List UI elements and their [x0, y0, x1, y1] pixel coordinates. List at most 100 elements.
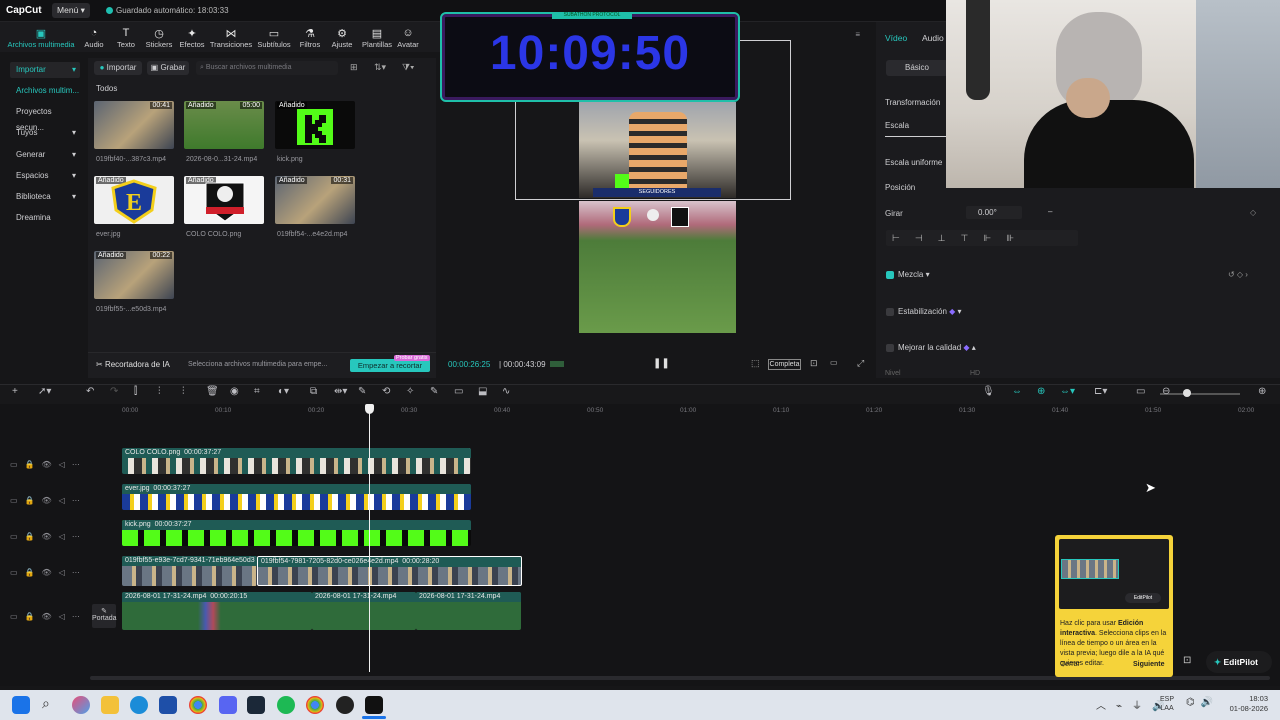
media-item[interactable]: 00:41	[94, 101, 174, 149]
tool-avatar[interactable]: ☺ Avatar	[388, 27, 428, 49]
steam-icon[interactable]	[247, 696, 265, 714]
blend-checkbox[interactable]	[886, 271, 894, 279]
timer-overlay[interactable]: SUBATHON PROTOCOL 10:09:50	[440, 12, 740, 102]
cover-button[interactable]: ✎ Portada	[92, 604, 117, 628]
zoom-out-icon[interactable]: ⊖	[1162, 386, 1170, 397]
clip-match-1[interactable]: 2026-08-01 17-31-24.mp4 00:00:20:15	[122, 592, 312, 630]
crop-icon[interactable]: ⌗	[254, 386, 260, 397]
menu-button[interactable]: Menú ▾	[52, 3, 90, 18]
edge-icon[interactable]	[130, 696, 148, 714]
tool-subtitles[interactable]: ▭ Subtítulos	[254, 27, 294, 49]
rotate-minus-icon[interactable]: –	[1048, 207, 1052, 216]
network-volume-icons[interactable]: ⌬🔊	[1186, 697, 1219, 708]
menu-icon[interactable]: ≡	[855, 30, 860, 39]
align-buttons[interactable]: ⊢⊣⊥⊤⊩⊪	[886, 230, 1078, 246]
nav-importar[interactable]: Importar ▾	[10, 62, 80, 78]
clip-match-2[interactable]: 2026-08-01 17-31-24.mp4	[312, 592, 416, 630]
clip-colo-colo[interactable]: COLO COLO.png 00:00:37:27	[122, 448, 471, 474]
media-item[interactable]: Añadido E	[94, 176, 174, 224]
scale-slider[interactable]	[885, 136, 947, 137]
freeze-icon[interactable]: ⧉	[310, 386, 317, 397]
track-controls[interactable]: ▭🔒👁◁⋯	[10, 612, 87, 621]
full-quality-button[interactable]: Completa	[768, 359, 801, 370]
clip-ever[interactable]: ever.jpg 00:00:37:27	[122, 484, 471, 510]
media-item[interactable]: Añadido	[184, 176, 264, 224]
fit-icon[interactable]: ⬚	[751, 358, 760, 369]
popup-next-button[interactable]: Siguiente	[1133, 661, 1165, 668]
popup-close-button[interactable]: Cerrar	[1060, 661, 1080, 668]
fullscreen-icon[interactable]: ⤢	[857, 358, 864, 369]
media-item[interactable]: Añadido	[275, 101, 355, 149]
time-ruler[interactable]: 00:00 00:10 00:20 00:30 00:40 00:50 01:00 01:10…	[0, 404, 1280, 418]
windows-start-icon[interactable]	[12, 696, 30, 714]
nav-tuyos[interactable]: Tuyos ▾	[10, 125, 80, 141]
rotate-input[interactable]: 0.00°	[966, 206, 1022, 219]
preview-axis-icon[interactable]: ⊏▾	[1094, 386, 1107, 397]
view-grid-icon[interactable]: ⊞	[350, 62, 358, 73]
speed-icon[interactable]: ⟲	[382, 386, 390, 397]
zoom-slider[interactable]	[1160, 393, 1240, 395]
gameplay-layer[interactable]	[579, 201, 736, 333]
playhead[interactable]	[369, 404, 370, 672]
track-controls[interactable]: ▭🔒👁◁⋯	[10, 460, 87, 469]
tab-video[interactable]: Vídeo	[885, 33, 907, 43]
copilot-icon[interactable]	[72, 696, 90, 714]
undo-icon[interactable]: ↶	[86, 386, 94, 397]
nav-espacios[interactable]: Espacios ▾	[10, 168, 80, 184]
editpilot-button[interactable]: ✦ EditPilot	[1206, 651, 1272, 673]
playhead-handle[interactable]	[365, 404, 374, 414]
import-button[interactable]: ● Importar	[94, 61, 142, 75]
clock[interactable]: 18:03 01-08-2026	[1226, 694, 1268, 714]
keyframe-icon[interactable]: ◇	[1250, 208, 1256, 217]
capcut-icon[interactable]	[365, 696, 383, 714]
media-item[interactable]: Añadido 05:00	[184, 101, 264, 149]
redo-icon[interactable]: ↷	[110, 386, 118, 397]
filter-icon[interactable]: ⧩▾	[402, 62, 414, 73]
focus-icon[interactable]: ⊡	[810, 358, 818, 369]
magic-icon[interactable]: ✎	[430, 386, 438, 397]
link-main-icon[interactable]: ⇔	[1012, 386, 1022, 397]
search-icon[interactable]: ⌕	[42, 695, 50, 712]
obs-icon[interactable]	[336, 696, 354, 714]
clip-match-3[interactable]: 2026-08-01 17-31-24.mp4	[416, 592, 521, 630]
nav-proyectos[interactable]: Proyectos secun...	[10, 104, 80, 132]
pen-icon[interactable]: ✎	[358, 386, 366, 397]
nav-archivos[interactable]: Archivos multim...	[10, 83, 80, 99]
nav-dreamina[interactable]: Dreamina	[10, 210, 80, 226]
mask-icon[interactable]: ◐▾	[278, 386, 289, 397]
store-icon[interactable]	[159, 696, 177, 714]
quality-checkbox[interactable]	[886, 344, 894, 352]
audio-wave-icon[interactable]: ∿	[502, 386, 510, 397]
auto-adjust-icon[interactable]: ✧	[406, 386, 414, 397]
media-item[interactable]: Añadido 00:22	[94, 251, 174, 299]
magnet-icon[interactable]: ⊕	[1037, 386, 1045, 397]
delete-icon[interactable]: 🗑	[206, 386, 219, 397]
webcam-layer[interactable]: SEGUIDORES	[579, 102, 736, 198]
caption-icon[interactable]: ▭	[1136, 386, 1145, 397]
chrome-icon[interactable]	[189, 696, 207, 714]
discord-icon[interactable]	[219, 696, 237, 714]
zoom-in-icon[interactable]: ⊕	[1258, 386, 1266, 397]
file-explorer-icon[interactable]	[101, 696, 119, 714]
reset-icon[interactable]: ↺ ◇ ›	[1228, 270, 1248, 279]
ratio-icon[interactable]: ▭	[830, 358, 838, 367]
record-button[interactable]: ▣ Grabar	[147, 61, 189, 75]
zoom-handle[interactable]	[1183, 389, 1191, 397]
track-controls[interactable]: ▭🔒👁◁⋯	[10, 568, 87, 577]
clip-kick[interactable]: kick.png 00:00:37:27	[122, 520, 471, 546]
clip-video-1[interactable]: 019fbf55-e93e-7cd7-9341-71eb964e50d3	[122, 556, 257, 586]
add-track-icon[interactable]: +	[12, 386, 18, 397]
spotify-icon[interactable]	[277, 696, 295, 714]
tab-basic[interactable]: Básico	[886, 60, 948, 76]
media-item[interactable]: Añadido 00:31	[275, 176, 355, 224]
chrome-profile-icon[interactable]	[306, 696, 324, 714]
tool-transitions[interactable]: ⋈ Transiciones	[207, 27, 255, 49]
sort-icon[interactable]: ⇅▾	[374, 62, 386, 73]
nav-generar[interactable]: Generar ▾	[10, 147, 80, 163]
split-icon[interactable]: ⫿	[134, 386, 137, 397]
split-left-icon[interactable]: ⫶	[158, 386, 161, 397]
microphone-icon[interactable]: 🎙	[982, 386, 995, 397]
captions-icon[interactable]: ▭	[454, 386, 463, 397]
select-tool-icon[interactable]: ➚▾	[38, 386, 51, 397]
nav-biblioteca[interactable]: Biblioteca ▾	[10, 189, 80, 205]
